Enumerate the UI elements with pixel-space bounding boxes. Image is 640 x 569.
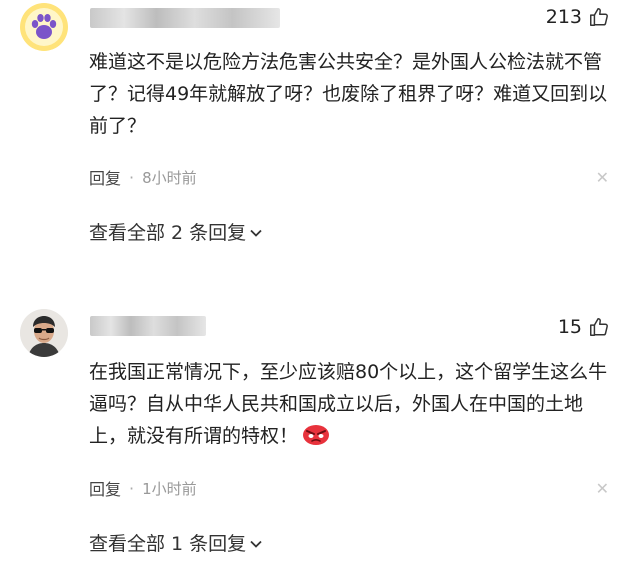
like-button[interactable]: 213	[546, 6, 610, 28]
avatar[interactable]	[20, 3, 68, 51]
like-count: 15	[557, 316, 582, 338]
reply-button[interactable]: 回复	[89, 476, 121, 500]
close-icon[interactable]: ✕	[596, 479, 609, 498]
comment-meta: 回复 · 8小时前	[89, 165, 197, 189]
chevron-down-icon	[250, 229, 262, 237]
view-replies-label: 查看全部 1 条回复	[89, 533, 247, 555]
thumbs-up-icon	[590, 8, 608, 26]
view-replies-label: 查看全部 2 条回复	[89, 222, 247, 244]
view-replies-button[interactable]: 查看全部 2 条回复	[89, 218, 263, 245]
cat-paw-avatar-icon	[20, 3, 68, 51]
timestamp: 1小时前	[142, 479, 197, 498]
like-count: 213	[545, 6, 582, 28]
chevron-down-icon	[250, 540, 262, 548]
man-with-sunglasses-avatar-icon	[20, 309, 68, 357]
separator-dot: ·	[129, 167, 135, 187]
view-replies-button[interactable]: 查看全部 1 条回复	[89, 529, 263, 556]
comment-text-body: 在我国正常情况下，至少应该赔80个以上，这个留学生这么牛逼吗？自从中华人民共和国…	[89, 361, 608, 447]
like-button[interactable]: 15	[558, 316, 610, 338]
username-redacted[interactable]	[90, 8, 280, 28]
angry-face-emoji-icon	[303, 425, 330, 445]
comment-text: 难道这不是以危险方法危害公共安全？是外国人公检法就不管了？记得49年就解放了呀？…	[89, 51, 608, 137]
timestamp: 8小时前	[142, 168, 197, 187]
close-icon[interactable]: ✕	[596, 168, 609, 187]
comment-meta: 回复 · 1小时前	[89, 476, 197, 500]
avatar[interactable]	[20, 309, 68, 357]
thumbs-up-icon	[590, 318, 608, 336]
username-redacted[interactable]	[90, 316, 206, 336]
reply-button[interactable]: 回复	[89, 165, 121, 189]
separator-dot: ·	[129, 478, 135, 498]
comment-text: 在我国正常情况下，至少应该赔80个以上，这个留学生这么牛逼吗？自从中华人民共和国…	[89, 356, 611, 452]
